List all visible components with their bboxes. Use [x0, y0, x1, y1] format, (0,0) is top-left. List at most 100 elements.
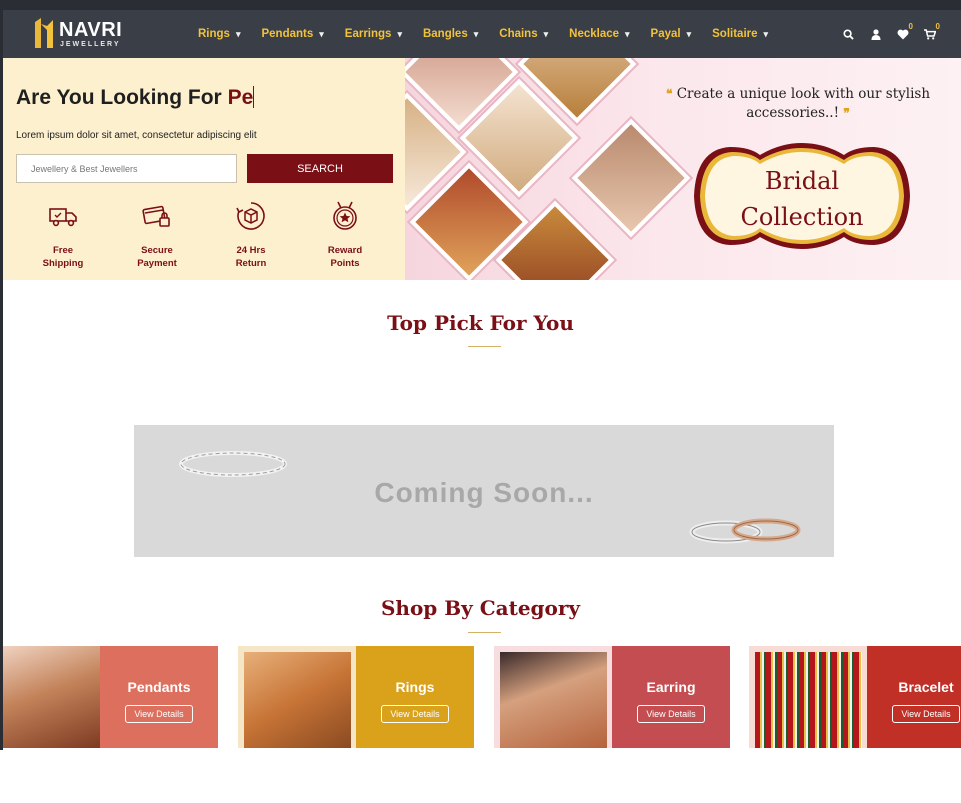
bridal-collection-title: Bridal Collection — [690, 163, 914, 235]
menu-necklace[interactable]: Necklace ▾ — [569, 28, 629, 40]
view-details-button[interactable]: View Details — [125, 705, 193, 723]
wishlist-count-badge: 0 — [908, 22, 913, 31]
category-photo — [244, 652, 351, 748]
bangle-image — [179, 451, 287, 477]
category-panel: Bracelet View Details — [867, 646, 961, 748]
feature-24hrs-return: 24 Hrs Return — [211, 200, 291, 270]
heading-divider — [468, 632, 501, 633]
nav-actions: 0 0 — [835, 10, 943, 58]
menu-earrings[interactable]: Earrings ▾ — [345, 28, 402, 40]
brand-tagline: JEWELLERY — [60, 41, 121, 48]
menu-rings[interactable]: Rings ▾ — [198, 28, 240, 40]
main-navbar: NAVRI JEWELLERY Rings ▾ Pendants ▾ Earring… — [3, 10, 961, 58]
brand-logo[interactable]: NAVRI JEWELLERY — [33, 14, 123, 52]
quote-line1: Create a unique look with our stylish — [676, 86, 931, 102]
logo-mark-icon — [35, 18, 53, 48]
category-panel: Pendants View Details — [100, 646, 218, 748]
chevron-down-icon: ▾ — [625, 28, 630, 39]
medal-star-icon — [333, 201, 357, 230]
search-input[interactable] — [16, 154, 237, 183]
menu-label: Chains — [499, 28, 538, 40]
return-box-icon — [236, 202, 265, 230]
feature-label-line2: Shipping — [42, 258, 84, 269]
heart-icon[interactable]: 0 — [889, 22, 916, 44]
feature-label: Secure Payment — [117, 244, 197, 270]
view-details-button[interactable]: View Details — [892, 705, 960, 723]
bridal-collection-badge: Bridal Collection — [690, 141, 914, 251]
category-panel: Rings View Details — [356, 646, 474, 748]
hero-title: Are You Looking For Pe — [16, 86, 255, 110]
search-button[interactable]: SEARCH — [247, 154, 393, 183]
feature-label: Reward Points — [305, 244, 385, 270]
hero-search-panel: Are You Looking For Pe Lorem ipsum dolor… — [3, 58, 405, 280]
truck-icon — [49, 208, 77, 227]
feature-secure-payment: Secure Payment — [117, 200, 197, 270]
hero-description: Lorem ipsum dolor sit amet, consectetur … — [16, 130, 257, 141]
window-top-border — [0, 0, 961, 10]
category-card-bracelet[interactable]: Bracelet View Details — [749, 646, 961, 748]
menu-label: Necklace — [569, 28, 620, 40]
category-photo — [500, 652, 607, 748]
feature-label-line2: Points — [330, 258, 360, 269]
category-card-rings[interactable]: Rings View Details — [238, 646, 474, 748]
view-details-button[interactable]: View Details — [381, 705, 449, 723]
coming-soon-placeholder: Coming Soon... — [134, 425, 834, 557]
quote-open-icon: ❝ — [665, 87, 673, 101]
shop-by-category-heading: Shop By Category — [380, 596, 581, 620]
heading-divider — [468, 346, 501, 347]
chevron-down-icon: ▾ — [235, 28, 241, 39]
menu-payal[interactable]: Payal ▾ — [651, 28, 692, 40]
jewellery-photo-tile — [571, 118, 691, 238]
menu-chains[interactable]: Chains ▾ — [499, 28, 548, 40]
category-panel: Earring View Details — [612, 646, 730, 748]
quote-line2: accessories..! — [746, 105, 840, 121]
card-lock-icon — [142, 205, 170, 227]
menu-label: Bangles — [422, 28, 468, 40]
category-photo — [755, 652, 862, 748]
rings-image — [689, 518, 801, 544]
menu-bangles[interactable]: Bangles ▾ — [423, 28, 478, 40]
menu-label: Pendants — [261, 28, 314, 40]
typing-cursor — [253, 86, 255, 108]
feature-label-line1: Free — [52, 245, 74, 256]
menu-solitaire[interactable]: Solitaire ▾ — [712, 28, 768, 40]
category-label: Pendants — [127, 679, 191, 695]
user-icon[interactable] — [862, 24, 889, 44]
feature-label-line2: Return — [235, 258, 267, 269]
hero-title-static: Are You Looking For — [16, 86, 228, 109]
cart-count-badge: 0 — [935, 22, 940, 31]
coming-soon-text: Coming Soon... — [374, 477, 594, 508]
search-icon[interactable] — [835, 24, 862, 44]
menu-label: Earrings — [344, 28, 392, 40]
menu-pendants[interactable]: Pendants ▾ — [261, 28, 323, 40]
feature-label-line2: Payment — [137, 258, 177, 269]
brand-name: NAVRI — [59, 19, 123, 41]
top-pick-heading: Top Pick For You — [387, 311, 574, 335]
menu-label: Rings — [198, 28, 230, 40]
bridal-collection-banner[interactable]: ❝ Create a unique look with our stylish … — [405, 58, 961, 280]
chevron-down-icon: ▾ — [319, 28, 324, 39]
hero-title-typed: Pe — [227, 86, 254, 109]
feature-label-line1: 24 Hrs — [236, 245, 266, 256]
chevron-down-icon: ▾ — [763, 28, 769, 39]
category-card-earring[interactable]: Earring View Details — [494, 646, 730, 748]
chevron-down-icon: ▾ — [473, 28, 479, 39]
category-menu: Rings ▾ Pendants ▾ Earrings ▾ Bangles ▾ Chai… — [198, 10, 789, 58]
category-label: Rings — [395, 679, 435, 695]
chevron-down-icon: ▾ — [397, 28, 402, 39]
menu-label: Payal — [650, 28, 681, 40]
menu-label: Solitaire — [712, 28, 758, 40]
feature-reward-points: Reward Points — [305, 200, 385, 270]
chevron-down-icon: ▾ — [543, 28, 549, 39]
cart-icon[interactable]: 0 — [916, 22, 943, 44]
bridal-title-line2: Collection — [740, 203, 864, 231]
category-label: Bracelet — [898, 679, 954, 695]
feature-label-line1: Secure — [141, 245, 173, 256]
view-details-button[interactable]: View Details — [637, 705, 705, 723]
banner-quote: ❝ Create a unique look with our stylish … — [663, 85, 933, 123]
category-card-pendants[interactable]: Pendants View Details — [3, 646, 218, 748]
quote-close-icon: ❞ — [843, 106, 850, 120]
feature-free-shipping: Free Shipping — [23, 200, 103, 270]
feature-label: 24 Hrs Return — [211, 244, 291, 270]
category-photo — [3, 646, 100, 748]
